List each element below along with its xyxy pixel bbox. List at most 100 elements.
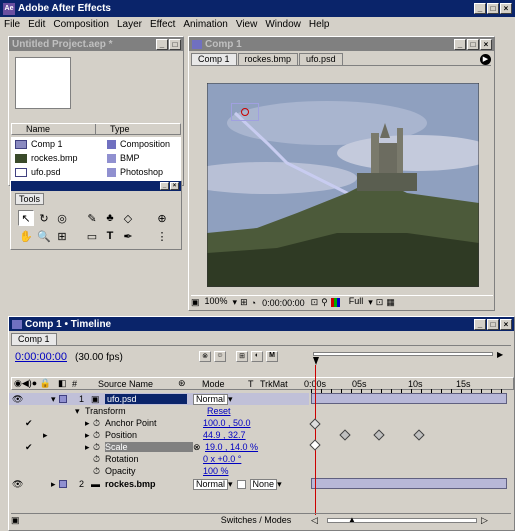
- tab-rockes[interactable]: rockes.bmp: [237, 53, 299, 65]
- scale-expand-icon[interactable]: ▸: [85, 442, 93, 453]
- pen-tool-icon[interactable]: ✒: [120, 228, 136, 244]
- rectangle-mask-tool-icon[interactable]: ▭: [84, 228, 100, 244]
- menu-help[interactable]: Help: [305, 19, 334, 30]
- project-minimize-button[interactable]: _: [156, 38, 168, 50]
- comp-minimize-button[interactable]: _: [454, 38, 466, 50]
- comp-panel-menu-icon[interactable]: ▶: [480, 54, 491, 65]
- timeline-zoom-slider[interactable]: ▲: [327, 515, 477, 524]
- layer2-expand-icon[interactable]: ▸: [49, 479, 59, 490]
- close-button[interactable]: ×: [500, 3, 512, 14]
- tools-minimize-button[interactable]: _: [160, 182, 169, 190]
- t-col[interactable]: T: [248, 379, 260, 389]
- channel-icon[interactable]: [330, 298, 340, 307]
- opacity-stopwatch-icon[interactable]: ⏱: [93, 466, 105, 477]
- layer-number-col[interactable]: #: [72, 379, 94, 389]
- position-stopwatch-icon[interactable]: ⏱: [93, 430, 105, 441]
- transform-group[interactable]: ▾ Transform Reset: [9, 405, 309, 417]
- menu-file[interactable]: File: [0, 19, 24, 30]
- hand-tool-icon[interactable]: ✋: [18, 228, 34, 244]
- tools-close-button[interactable]: ×: [170, 182, 179, 190]
- menu-composition[interactable]: Composition: [49, 19, 113, 30]
- safe-margins-icon[interactable]: ⊞: [240, 297, 248, 308]
- tab-comp1[interactable]: Comp 1: [191, 53, 237, 65]
- comp-close-button[interactable]: ×: [480, 38, 492, 50]
- selection-tool-icon[interactable]: ↖: [18, 210, 34, 226]
- switches-icons[interactable]: ⊛: [178, 378, 202, 389]
- comp-viewer[interactable]: [207, 83, 479, 287]
- layer2-mode-chevron-down-icon[interactable]: ▾: [228, 479, 233, 490]
- scale-checkbox[interactable]: ✔: [9, 442, 85, 453]
- layer1-name[interactable]: ufo.psd: [105, 394, 187, 404]
- trkmat-col[interactable]: TrkMat: [260, 379, 302, 389]
- ufo-layer[interactable]: [231, 103, 259, 121]
- prop-position[interactable]: ▸ ▸ ⏱ Position 44.9 , 32.7: [9, 429, 309, 441]
- scale-link-icon[interactable]: ⊗: [193, 442, 205, 453]
- anchor-point-expand-icon[interactable]: ▸: [85, 418, 93, 429]
- menu-window[interactable]: Window: [261, 19, 305, 30]
- eraser-tool-icon[interactable]: ◇: [120, 210, 136, 226]
- region-of-interest-icon[interactable]: ⊡: [376, 297, 384, 308]
- project-item-ufo[interactable]: ufo.psd Photoshop: [11, 165, 181, 179]
- snapshot-icon[interactable]: ◔: [251, 298, 256, 308]
- layer2-trkmat-chevron-down-icon[interactable]: ▾: [277, 479, 282, 490]
- axis-mode-icon[interactable]: ⋮: [154, 228, 170, 244]
- prop-opacity[interactable]: ⏱ Opacity 100 %: [9, 465, 309, 477]
- resolution-chevron-down-icon[interactable]: ▾: [368, 297, 373, 308]
- menu-edit[interactable]: Edit: [24, 19, 49, 30]
- layer2-t-checkbox[interactable]: [236, 479, 246, 489]
- timeline-maximize-button[interactable]: □: [487, 318, 499, 330]
- layer2-name[interactable]: rockes.bmp: [105, 479, 187, 489]
- anchor-point-stopwatch-icon[interactable]: ⏱: [93, 418, 105, 429]
- av-features-icons[interactable]: ◉◀)● 🔒: [12, 378, 52, 389]
- timeline-minimize-button[interactable]: _: [474, 318, 486, 330]
- tab-ufo[interactable]: ufo.psd: [299, 53, 343, 65]
- rotation-stopwatch-icon[interactable]: ⏱: [93, 454, 105, 465]
- project-item-comp1[interactable]: Comp 1 Composition: [11, 137, 181, 151]
- orbit-camera-tool-icon[interactable]: ◎: [54, 210, 70, 226]
- camera-icon[interactable]: ⊡: [311, 297, 319, 308]
- minimize-button[interactable]: _: [474, 3, 486, 14]
- prop-rotation[interactable]: ⏱ Rotation 0 x +0.0 °: [9, 453, 309, 465]
- position-expand-icon[interactable]: ▸: [85, 430, 93, 441]
- menu-view[interactable]: View: [232, 19, 262, 30]
- comp-current-time[interactable]: 0:00:00:00: [262, 298, 305, 308]
- zoom-tool-icon[interactable]: 🔍: [36, 228, 52, 244]
- position-value[interactable]: 44.9 , 32.7: [203, 430, 246, 440]
- source-name-col[interactable]: Source Name: [94, 379, 178, 389]
- scale-value[interactable]: 19.0 , 14.0 %: [205, 442, 258, 452]
- show-snapshot-icon[interactable]: ⚲: [321, 297, 328, 308]
- track-camera-tool-icon[interactable]: ⊞: [54, 228, 70, 244]
- rotation-value[interactable]: 0 x +0.0 °: [203, 454, 241, 464]
- anchor-point-checkbox[interactable]: ✔: [9, 418, 85, 429]
- layer1-video-icon[interactable]: 👁: [9, 394, 23, 405]
- opacity-value[interactable]: 100 %: [203, 466, 229, 476]
- shy-icon[interactable]: ☺: [214, 351, 226, 362]
- layer1-duration-bar[interactable]: [311, 393, 507, 404]
- frame-blending-icon[interactable]: ⊞: [236, 351, 248, 362]
- menu-layer[interactable]: Layer: [113, 19, 146, 30]
- layer2-trkmat-dropdown[interactable]: None: [249, 478, 278, 490]
- transform-reset-link[interactable]: Reset: [207, 406, 231, 416]
- mode-col[interactable]: Mode: [202, 379, 248, 389]
- timeline-zoom-in-icon[interactable]: ▷: [481, 515, 488, 526]
- timeline-zoom-out-icon[interactable]: ◁: [311, 515, 327, 526]
- prop-scale[interactable]: ✔ ▸ ⏱ Scale ⊗ 19.0 , 14.0 %: [9, 441, 309, 453]
- scale-stopwatch-icon[interactable]: ⏱: [93, 442, 105, 453]
- layer2-label-swatch[interactable]: [59, 480, 67, 488]
- anchor-point-value[interactable]: 100.0 , 50.0: [203, 418, 251, 428]
- zoom-chevron-down-icon[interactable]: ▾: [233, 297, 238, 308]
- layer2-duration-bar[interactable]: [311, 478, 507, 489]
- timeline-close-button[interactable]: ×: [500, 318, 512, 330]
- resolution-dropdown[interactable]: Full: [346, 297, 366, 308]
- layer-row-1[interactable]: 👁 ▾ 1 ▣ ufo.psd Normal ▾: [9, 393, 309, 405]
- time-navigator[interactable]: ▶: [311, 350, 507, 365]
- maximize-button[interactable]: □: [487, 3, 499, 14]
- comp-maximize-button[interactable]: □: [467, 38, 479, 50]
- layer1-expand-icon[interactable]: ▾: [49, 394, 59, 405]
- zoom-dropdown[interactable]: 100%: [202, 297, 230, 308]
- pan-behind-tool-icon[interactable]: ⊕: [154, 210, 170, 226]
- expand-collapse-icon[interactable]: ▣: [11, 515, 201, 526]
- layer1-label-swatch[interactable]: [59, 395, 67, 403]
- tools-tab[interactable]: Tools: [15, 193, 45, 205]
- layer1-mode-dropdown[interactable]: Normal: [193, 393, 229, 405]
